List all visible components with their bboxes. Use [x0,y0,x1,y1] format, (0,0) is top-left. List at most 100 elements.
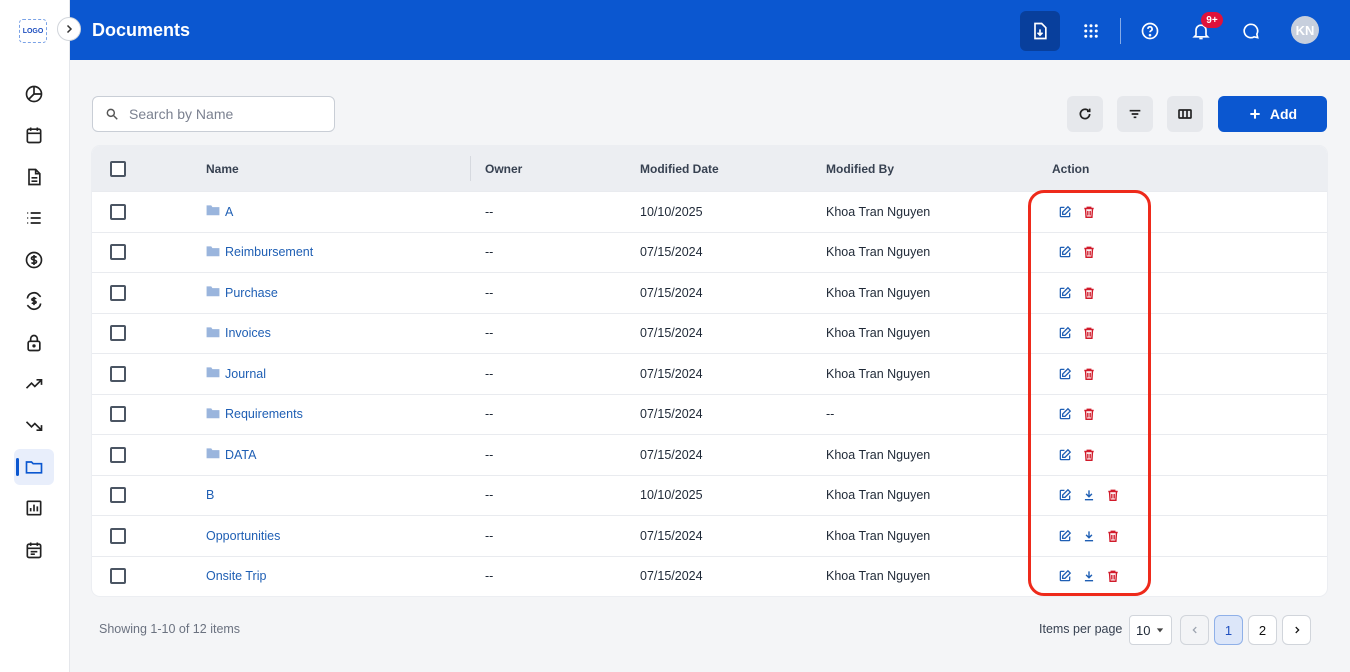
sidebar-item-exchange[interactable] [14,283,54,319]
sidebar: LOGO [0,0,70,672]
item-name-link[interactable]: Requirements [206,407,303,422]
download-icon[interactable] [1082,529,1096,543]
row-checkbox[interactable] [110,406,126,423]
item-name-link[interactable]: Journal [206,366,266,381]
download-icon[interactable] [1082,488,1096,502]
item-name-link[interactable]: DATA [206,447,256,462]
sidebar-item-expenses[interactable] [14,408,54,444]
user-avatar[interactable]: KN [1291,16,1319,44]
table-row[interactable]: Opportunities -- 07/15/2024 Khoa Tran Nguye… [92,515,1327,556]
edit-icon[interactable] [1058,205,1072,219]
row-checkbox[interactable] [110,325,126,342]
row-checkbox[interactable] [110,446,126,463]
edit-icon[interactable] [1058,286,1072,300]
column-header-modified-date[interactable]: Modified Date [640,146,719,191]
delete-icon[interactable] [1082,367,1096,381]
add-button[interactable]: Add [1218,96,1327,132]
table-row[interactable]: Reimbursement -- 07/15/2024 Khoa Tran Nguye… [92,231,1327,273]
sidebar-item-events[interactable] [14,532,54,568]
delete-icon[interactable] [1106,569,1120,583]
search-input[interactable] [129,106,319,122]
table-row[interactable]: DATA -- 07/15/2024 Khoa Tran Nguyen [92,434,1327,475]
table-body: A -- 10/10/2025 Khoa Tran Nguyen Reimburseme… [92,191,1327,596]
row-checkbox[interactable] [110,284,126,301]
delete-icon[interactable] [1082,448,1096,462]
row-checkbox[interactable] [110,568,126,585]
delete-icon[interactable] [1082,407,1096,421]
sidebar-item-calendar[interactable] [14,117,54,153]
sidebar-collapse-button[interactable] [57,17,81,41]
edit-icon[interactable] [1058,326,1072,340]
item-name-link[interactable]: Purchase [206,285,278,300]
column-header-modified-by[interactable]: Modified By [826,146,894,191]
refresh-button[interactable] [1067,96,1103,132]
trending-up-icon [25,379,43,389]
edit-icon[interactable] [1058,245,1072,259]
filter-button[interactable] [1117,96,1153,132]
delete-icon[interactable] [1106,488,1120,502]
sidebar-item-documents[interactable] [14,159,54,195]
row-checkbox[interactable] [110,365,126,382]
download-icon[interactable] [1082,569,1096,583]
delete-icon[interactable] [1082,326,1096,340]
column-header-owner[interactable]: Owner [485,146,522,191]
row-checkbox[interactable] [110,244,126,261]
edit-icon[interactable] [1058,448,1072,462]
row-actions [1058,245,1096,259]
row-checkbox[interactable] [110,203,126,220]
delete-icon[interactable] [1082,205,1096,219]
columns-button[interactable] [1167,96,1203,132]
sidebar-item-dashboard[interactable] [14,76,54,112]
modified-by-cell: Khoa Tran Nguyen [826,569,931,584]
folder-icon [206,285,220,300]
row-checkbox[interactable] [110,487,126,504]
table-row[interactable]: Requirements -- 07/15/2024 -- [92,393,1327,435]
table-row[interactable]: Onsite Trip -- 07/15/2024 Khoa Tran Nguyen [92,555,1327,597]
row-checkbox[interactable] [110,527,126,544]
item-name-link[interactable]: Onsite Trip [206,569,266,583]
sidebar-item-income[interactable] [14,366,54,402]
sidebar-item-reports[interactable] [14,490,54,526]
sidebar-item-documents-folder[interactable] [14,449,54,485]
modified-by-cell: Khoa Tran Nguyen [826,528,931,543]
table-row[interactable]: Invoices -- 07/15/2024 Khoa Tran Nguyen [92,312,1327,354]
table-row[interactable]: A -- 10/10/2025 Khoa Tran Nguyen [92,191,1327,232]
delete-icon[interactable] [1082,286,1096,300]
items-per-page-select[interactable]: 10 [1129,615,1172,645]
chat-button[interactable] [1231,11,1271,51]
page-button-2[interactable]: 2 [1248,615,1277,645]
row-actions [1058,326,1096,340]
search-field [92,96,335,132]
table-row[interactable]: B -- 10/10/2025 Khoa Tran Nguyen [92,474,1327,516]
notification-badge: 9+ [1201,12,1223,28]
help-icon [1141,22,1159,40]
delete-icon[interactable] [1082,245,1096,259]
column-header-name[interactable]: Name [206,146,239,191]
folder-icon [206,407,220,422]
item-name-link[interactable]: A [206,204,233,219]
item-name-link[interactable]: Opportunities [206,529,280,543]
item-name-link[interactable]: B [206,488,214,502]
delete-icon[interactable] [1106,529,1120,543]
item-name-link[interactable]: Invoices [206,326,271,341]
sidebar-item-security[interactable] [14,325,54,361]
chat-bubble-icon [1243,23,1259,39]
item-name-link[interactable]: Reimbursement [206,245,313,260]
page-button-1[interactable]: 1 [1214,615,1243,645]
edit-icon[interactable] [1058,569,1072,583]
select-all-checkbox[interactable] [110,160,126,177]
prev-page-button[interactable] [1180,615,1209,645]
table-row[interactable]: Journal -- 07/15/2024 Khoa Tran Nguyen [92,353,1327,394]
next-page-button[interactable] [1282,615,1311,645]
edit-icon[interactable] [1058,407,1072,421]
apps-button[interactable] [1071,11,1111,51]
help-button[interactable] [1130,11,1170,51]
sidebar-item-billing[interactable] [14,242,54,278]
edit-icon[interactable] [1058,367,1072,381]
table-row[interactable]: Purchase -- 07/15/2024 Khoa Tran Nguyen [92,272,1327,313]
lock-icon [27,334,41,352]
edit-icon[interactable] [1058,488,1072,502]
sidebar-item-list[interactable] [14,200,54,236]
download-center-button[interactable] [1020,11,1060,51]
edit-icon[interactable] [1058,529,1072,543]
